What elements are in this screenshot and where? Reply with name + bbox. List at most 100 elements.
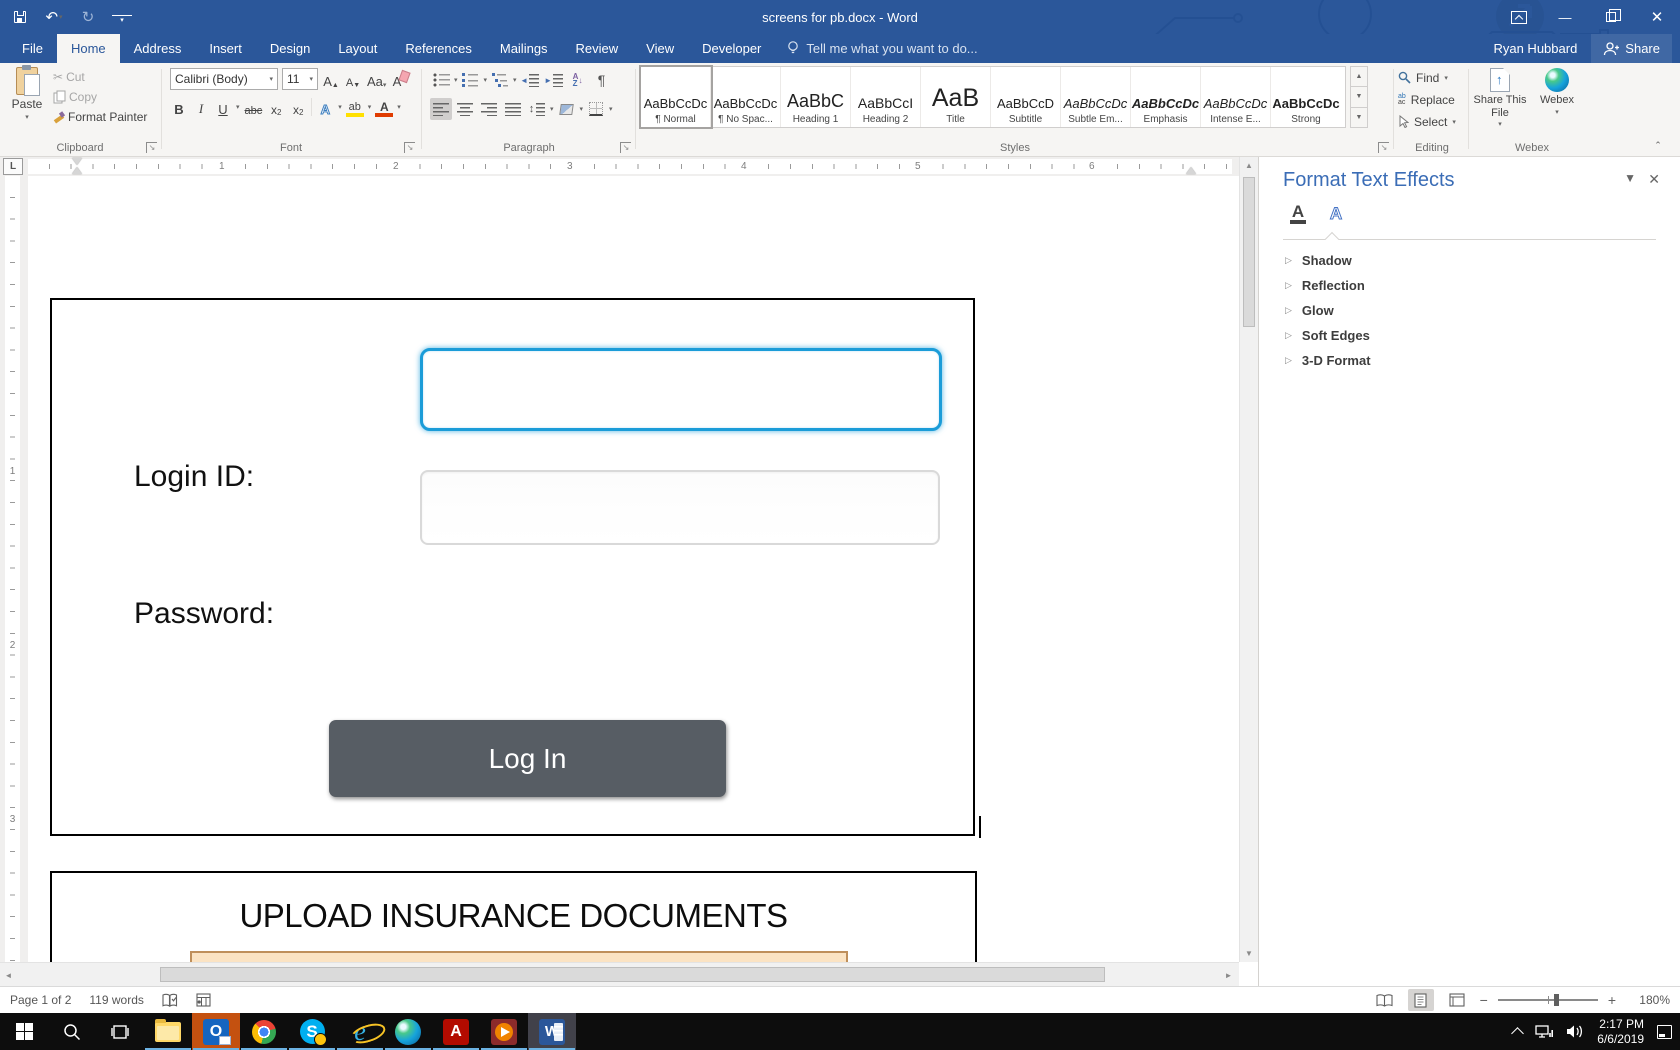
styles-scroll-up-button[interactable]: ▲ [1350,66,1368,87]
pane-item-3d-format[interactable]: ▷3-D Format [1285,353,1371,368]
line-spacing-dropdown-icon[interactable]: ▾ [550,105,554,113]
shrink-font-button[interactable]: A▼ [344,69,362,89]
start-button[interactable] [0,1013,48,1050]
internet-explorer-button[interactable]: e [336,1013,384,1050]
style-title[interactable]: AaBTitle [921,67,991,127]
horizontal-scroll-thumb[interactable] [160,967,1105,982]
style-emphasis[interactable]: AaBbCcDcEmphasis [1131,67,1201,127]
highlight-button[interactable]: ab [346,97,364,117]
bullets-dropdown-icon[interactable]: ▾ [454,76,458,84]
first-line-indent-marker[interactable] [72,158,82,165]
bullets-button[interactable] [430,69,452,91]
text-fill-outline-tab[interactable]: A [1283,199,1313,227]
tab-design[interactable]: Design [256,34,324,63]
word-count[interactable]: 119 words [89,993,143,1007]
subscript-button[interactable]: x2 [267,97,285,117]
print-layout-button[interactable] [1408,989,1434,1011]
change-case-button[interactable]: Aa▾ [366,69,387,89]
style-heading2[interactable]: AaBbCcIHeading 2 [851,67,921,127]
zoom-slider[interactable] [1498,999,1598,1001]
find-button[interactable]: Find▾ [1398,67,1448,88]
login-id-input-shape[interactable] [420,348,942,431]
login-button-shape[interactable]: Log In [329,720,726,797]
zoom-out-button[interactable]: − [1480,992,1488,1008]
font-color-dropdown-icon[interactable]: ▾ [397,103,401,111]
tab-view[interactable]: View [632,34,688,63]
font-name-combo[interactable]: Calibri (Body)▾ [170,68,278,90]
right-indent-marker[interactable] [1186,167,1196,174]
text-effects-tab[interactable]: A [1321,199,1351,227]
style-strong[interactable]: AaBbCcDcStrong [1271,67,1341,127]
style-no-spacing[interactable]: AaBbCcDc¶ No Spac... [711,67,781,127]
horizontal-scrollbar[interactable]: ◄ ► [0,962,1239,986]
styles-scroll-down-button[interactable]: ▼ [1350,87,1368,107]
format-painter-button[interactable]: Format Painter [50,109,150,125]
copy-button[interactable]: Copy [50,89,150,105]
task-view-button[interactable] [96,1013,144,1050]
bold-button[interactable]: B [170,97,188,117]
text-effects-button[interactable]: A [316,97,334,117]
shading-dropdown-icon[interactable]: ▾ [580,105,584,113]
style-normal[interactable]: AaBbCcDc¶ Normal [641,67,711,127]
login-form-shape[interactable]: Login ID: Password: Log In [50,298,975,836]
webex-button[interactable]: Webex ▾ [1532,65,1582,117]
zoom-level[interactable]: 180% [1626,993,1670,1007]
scroll-up-button[interactable]: ▲ [1240,157,1258,174]
horizontal-ruler[interactable]: 1 2 3 4 5 6 [28,159,1232,174]
font-color-button[interactable]: A [375,97,393,117]
action-center-icon[interactable] [1657,1025,1672,1039]
underline-button[interactable]: U [214,97,232,117]
macro-recording-icon[interactable] [196,993,211,1007]
borders-button[interactable] [585,98,607,120]
tab-review[interactable]: Review [562,34,633,63]
taskbar-search-button[interactable] [48,1013,96,1050]
clear-formatting-button[interactable]: A [391,69,409,89]
upload-dropzone-shape[interactable] [190,951,848,962]
taskbar-clock[interactable]: 2:17 PM6/6/2019 [1597,1017,1644,1047]
underline-dropdown-icon[interactable]: ▾ [236,103,240,111]
multilevel-dropdown-icon[interactable]: ▾ [513,76,517,84]
hanging-indent-marker[interactable] [72,167,82,174]
share-button[interactable]: Share [1591,34,1672,63]
tab-home[interactable]: Home [57,34,120,63]
tab-developer[interactable]: Developer [688,34,775,63]
outlook-button[interactable]: O [192,1013,240,1050]
speaker-icon[interactable] [1566,1024,1584,1039]
vertical-scroll-thumb[interactable] [1243,177,1255,327]
style-subtle-emphasis[interactable]: AaBbCcDcSubtle Em... [1061,67,1131,127]
restore-button[interactable] [1588,0,1634,34]
skype-button[interactable]: S [288,1013,336,1050]
vertical-ruler[interactable]: 1 2 3 [5,176,20,962]
vertical-scrollbar[interactable]: ▲ ▼ [1239,157,1258,962]
style-heading1[interactable]: AaBbCHeading 1 [781,67,851,127]
scroll-right-button[interactable]: ► [1220,966,1237,984]
scroll-left-button[interactable]: ◄ [0,966,17,984]
borders-dropdown-icon[interactable]: ▾ [609,105,613,113]
acrobat-button[interactable]: A [432,1013,480,1050]
web-layout-button[interactable] [1444,989,1470,1011]
webex-taskbar-button[interactable] [384,1013,432,1050]
zoom-in-button[interactable]: + [1608,992,1616,1008]
tab-insert[interactable]: Insert [195,34,256,63]
decrease-indent-button[interactable]: ◄ [519,69,541,91]
cut-button[interactable]: ✂Cut [50,69,150,85]
sort-button[interactable]: AZ↓ [567,69,589,91]
numbering-button[interactable] [460,69,482,91]
chrome-button[interactable] [240,1013,288,1050]
italic-button[interactable]: I [192,97,210,117]
tab-references[interactable]: References [391,34,485,63]
show-hide-pilcrow-button[interactable]: ¶ [591,69,613,91]
justify-button[interactable] [502,98,524,120]
line-spacing-button[interactable]: ↕ [526,98,548,120]
hidden-icons-chevron[interactable] [1511,1027,1524,1040]
align-left-button[interactable] [430,98,452,120]
upload-section-shape[interactable]: UPLOAD INSURANCE DOCUMENTS [50,871,977,962]
styles-dialog-launcher[interactable]: ↘ [1378,142,1389,153]
text-effects-dropdown-icon[interactable]: ▾ [338,103,342,111]
replace-button[interactable]: abac Replace [1398,89,1455,110]
zoom-slider-thumb[interactable] [1554,994,1559,1006]
tab-file[interactable]: File [8,34,57,63]
undo-button[interactable]: ↶▾ [44,6,64,28]
paragraph-dialog-launcher[interactable]: ↘ [620,142,631,153]
ribbon-display-options-button[interactable] [1496,0,1542,34]
